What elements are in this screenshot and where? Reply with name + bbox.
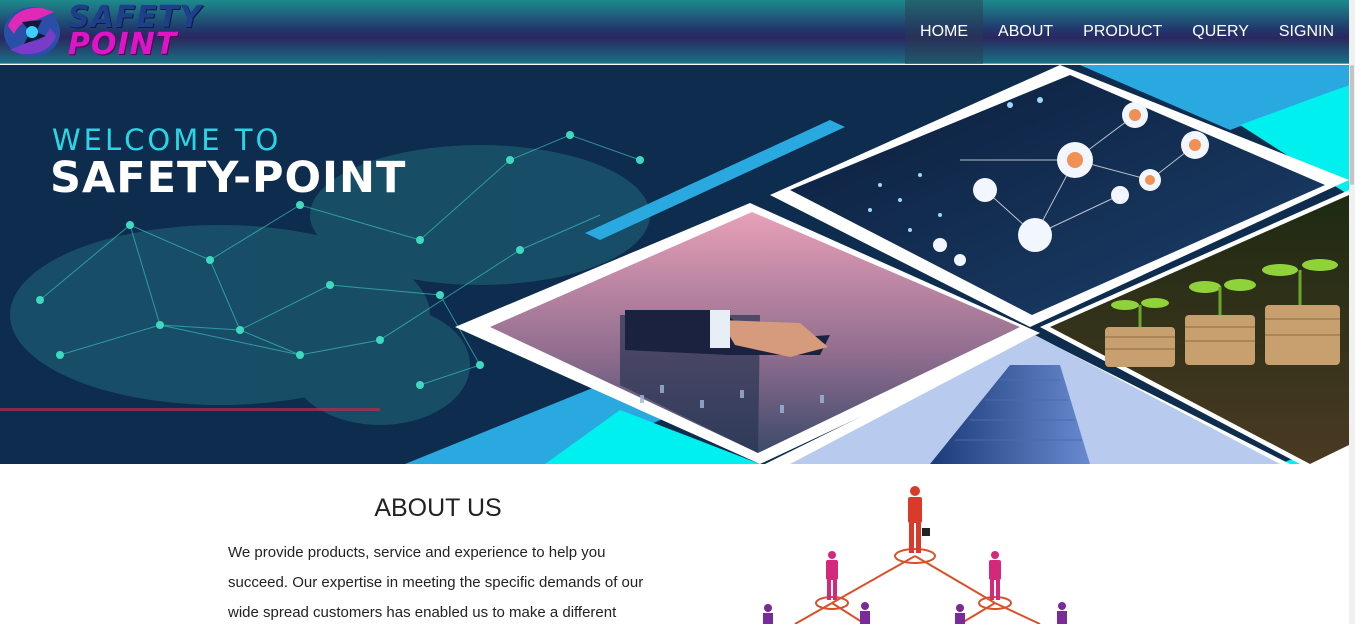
nav-menu: HOME ABOUT PRODUCT QUERY SIGNIN (905, 0, 1349, 64)
top-navbar: SAFETY POINT HOME ABOUT PRODUCT QUERY SI… (0, 0, 1349, 64)
leader-person-icon (908, 486, 930, 553)
about-description: We provide products, service and experie… (228, 544, 644, 621)
hero-welcome-text: WELCOME TO (52, 123, 282, 157)
logo-text-line2: POINT (68, 27, 178, 62)
hero-banner: WELCOME TO SAFETY-POINT (0, 65, 1349, 464)
nav-query[interactable]: QUERY (1177, 0, 1264, 64)
team-network-illustration (763, 486, 1067, 624)
nav-product[interactable]: PRODUCT (1068, 0, 1177, 64)
nav-signin[interactable]: SIGNIN (1264, 0, 1349, 64)
about-title: ABOUT US (374, 494, 502, 522)
page-scrollbar[interactable] (1349, 0, 1355, 624)
member-person-icon-2 (989, 551, 1001, 600)
nav-home[interactable]: HOME (905, 0, 984, 64)
hero-brand-title: SAFETY-POINT (50, 153, 407, 203)
scrollbar-thumb[interactable] (1350, 65, 1354, 185)
site-logo[interactable]: SAFETY POINT (2, 0, 202, 62)
logo-emblem-icon (4, 7, 60, 57)
member-person-icon (826, 551, 838, 600)
nav-about[interactable]: ABOUT (983, 0, 1068, 64)
